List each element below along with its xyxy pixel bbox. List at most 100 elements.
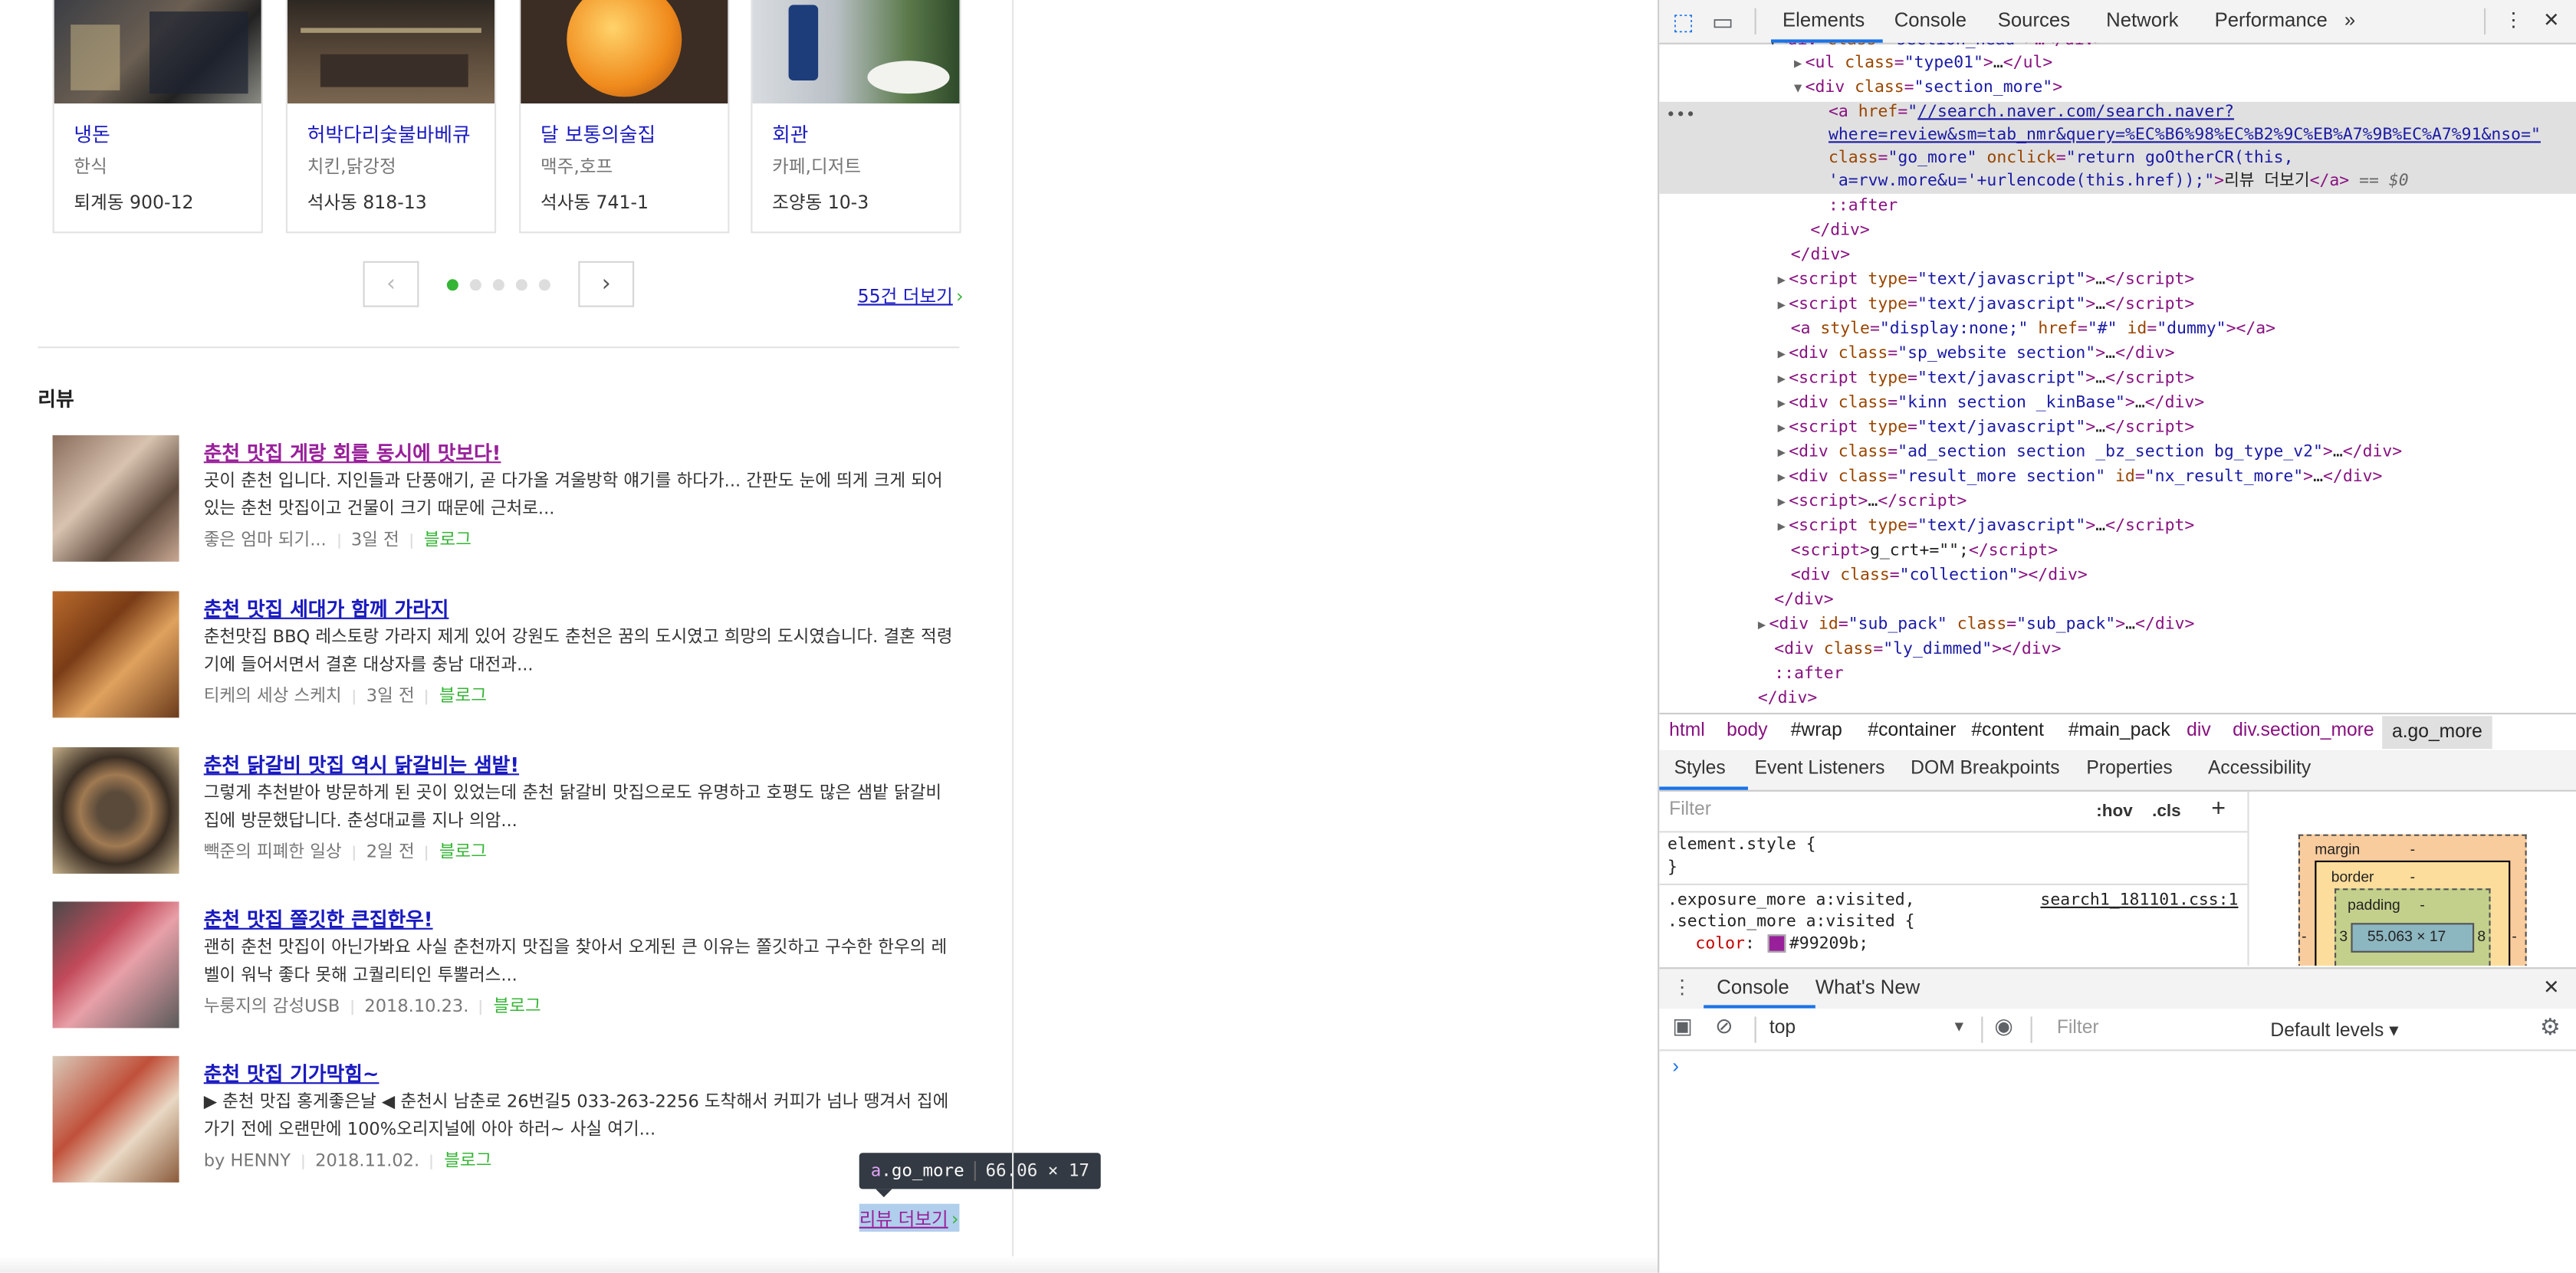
console-filter-input[interactable]: Filter — [2057, 1019, 2099, 1038]
inspect-element-icon[interactable]: ⬚ — [1672, 8, 1694, 36]
tab-dom-breakpoints[interactable]: DOM Breakpoints — [1911, 759, 2059, 779]
dom-line[interactable]: ▶ <div id="sub_pack" class="sub_pack">…</… — [1758, 614, 2195, 637]
review-title-link[interactable]: 춘천 맛집 게랑 회를 동시에 맛보다! — [204, 438, 501, 466]
dom-line[interactable]: ▶ <script type="text/javascript">…</scrip… — [1778, 368, 2195, 391]
place-card[interactable]: 달 보통의술집 맥주,호프 석사동 741-1 — [519, 0, 730, 234]
dom-line-selected[interactable]: class="go_more" onclick="return goOtherC… — [1829, 148, 2293, 171]
console-prompt[interactable]: › — [1672, 1055, 1679, 1078]
margin-value[interactable]: - — [2410, 841, 2415, 857]
review-title-link[interactable]: 춘천 맛집 기가막힘~ — [204, 1059, 380, 1087]
review-author[interactable]: by HENNY — [204, 1151, 291, 1171]
node-menu-icon[interactable]: ••• — [1666, 107, 1696, 125]
page-dot[interactable] — [492, 279, 504, 291]
dom-line-selected[interactable]: <a href="//search.naver.com/search.naver… — [1829, 102, 2234, 125]
tab-sources[interactable]: Sources — [1998, 8, 2070, 31]
add-rule-icon[interactable]: + — [2211, 795, 2226, 822]
dom-line[interactable]: <script>g_crt+="";</script> — [1791, 540, 2058, 563]
dom-line-selected[interactable]: 'a=rvw.more&u='+urlencode(this.href));">… — [1829, 171, 2409, 194]
kebab-menu-icon[interactable]: ⋮ — [2504, 8, 2524, 31]
styles-filter-input[interactable]: Filter — [1669, 800, 1711, 820]
padding-left-value[interactable]: 3 — [2339, 928, 2348, 944]
tab-elements[interactable]: Elements — [1783, 8, 1865, 31]
page-dot[interactable] — [515, 279, 527, 291]
dom-line[interactable]: ▶ <script type="text/javascript">…</scrip… — [1778, 417, 2195, 440]
tab-styles[interactable]: Styles — [1674, 759, 1726, 779]
dom-line[interactable]: ▶ <div class="ad_section section _bz_sect… — [1778, 441, 2403, 464]
review-photo[interactable] — [52, 746, 179, 874]
tab-event-listeners[interactable]: Event Listeners — [1755, 759, 1885, 779]
review-title-link[interactable]: 춘천 맛집 세대가 함께 가라지 — [204, 595, 449, 622]
dom-line[interactable]: ▼<div class="section_head">…</div> — [1768, 43, 2104, 53]
dom-line[interactable]: ▶ <div class="kinn section _kinBase">…</d… — [1778, 392, 2205, 415]
dom-line[interactable]: ▶ <script type="text/javascript">…</scrip… — [1778, 294, 2195, 317]
place-card[interactable]: 허박다리숯불바베큐 치킨,닭강정 석사동 818-13 — [285, 0, 497, 234]
place-name[interactable]: 냉돈 — [74, 120, 110, 147]
padding-value[interactable]: - — [2420, 897, 2424, 913]
sidebar-toggle-icon[interactable]: ▣ — [1672, 1013, 1692, 1039]
rule-selector[interactable]: .exposure_more a:visited, — [1668, 892, 1915, 910]
dom-line[interactable]: </div> — [1758, 688, 1817, 711]
element-style-rule[interactable]: element.style { — [1668, 836, 1816, 855]
drawer-menu-icon[interactable]: ⋮ — [1672, 976, 1692, 999]
review-photo[interactable] — [52, 1055, 179, 1183]
place-name[interactable]: 허박다리숯불바베큐 — [307, 120, 471, 147]
tab-accessibility[interactable]: Accessibility — [2208, 759, 2311, 779]
eye-icon[interactable]: ◉ — [1994, 1013, 2013, 1039]
context-select[interactable]: top — [1769, 1019, 1796, 1038]
cls-toggle[interactable]: .cls — [2152, 802, 2181, 822]
review-photo[interactable] — [52, 591, 179, 718]
property-value[interactable]: #99209b; — [1789, 935, 1868, 953]
tab-whats-new[interactable]: What's New — [1815, 976, 1920, 999]
dom-line[interactable]: ▶ <div class="sp_website section">…</div> — [1778, 343, 2175, 366]
place-name[interactable]: 회관 — [772, 120, 808, 147]
breadcrumb-item[interactable]: html — [1669, 721, 1705, 741]
breadcrumb-item[interactable]: #main_pack — [2068, 721, 2170, 741]
dom-line[interactable]: <a style="display:none;" href="#" id="du… — [1791, 319, 2275, 342]
device-toolbar-icon[interactable]: ▭ — [1712, 8, 1733, 36]
page-dot-active[interactable] — [446, 279, 458, 291]
places-more-link[interactable]: 55건 더보기 › — [858, 283, 964, 309]
review-author[interactable]: 좋은 엄마 되기... — [204, 530, 327, 550]
rule-declaration[interactable]: color: #99209b; — [1695, 934, 1868, 953]
clear-console-icon[interactable]: ⊘ — [1715, 1013, 1733, 1039]
margin-right-value[interactable]: - — [2512, 928, 2516, 944]
source-label[interactable]: search1_181101.css:1 — [2040, 892, 2238, 910]
breadcrumb-item[interactable]: div — [2187, 721, 2211, 741]
content-size[interactable]: 55.063 × 17 — [2367, 928, 2446, 944]
breadcrumb-item[interactable]: div.section_more — [2233, 721, 2374, 741]
margin-left-value[interactable]: - — [2302, 928, 2306, 944]
dom-line[interactable]: ▶ <script type="text/javascript">…</scrip… — [1778, 516, 2195, 539]
padding-right-value[interactable]: 8 — [2477, 928, 2486, 944]
page-dot[interactable] — [538, 279, 550, 291]
dom-line[interactable]: </div> — [1810, 220, 1869, 243]
tab-network[interactable]: Network — [2106, 8, 2178, 31]
hov-toggle[interactable]: :hov — [2096, 802, 2133, 822]
dom-line[interactable]: ▼ <div class="section_more"> — [1794, 77, 2062, 100]
border-value[interactable]: - — [2410, 869, 2415, 885]
tab-drawer-console[interactable]: Console — [1717, 976, 1789, 999]
review-author[interactable]: 티케의 세상 스케치 — [204, 687, 342, 707]
dom-line[interactable]: ▶ <script>…</script> — [1778, 491, 1967, 514]
place-name[interactable]: 달 보통의술집 — [540, 120, 656, 147]
review-more-link[interactable]: 리뷰 더보기 › — [859, 1206, 959, 1232]
breadcrumb-item[interactable]: #wrap — [1791, 721, 1842, 741]
dom-line[interactable]: </div> — [1774, 589, 1833, 612]
color-swatch[interactable] — [1768, 934, 1786, 953]
chevron-down-icon[interactable]: ▼ — [1952, 1019, 1967, 1035]
next-page-button[interactable]: › — [578, 261, 635, 307]
review-author[interactable]: 누룽지의 감성USB — [204, 997, 340, 1017]
place-card[interactable]: 냉돈 한식 퇴계동 900-12 — [52, 0, 263, 234]
tab-properties[interactable]: Properties — [2086, 759, 2172, 779]
review-photo[interactable] — [52, 435, 179, 562]
rule-selector[interactable]: .section_more a:visited { — [1668, 913, 1915, 931]
dom-tree[interactable]: ••• ▼<div class="section_head">…</div> ▶… — [1659, 43, 2576, 713]
dom-line[interactable]: ::after — [1829, 195, 1898, 218]
log-levels-select[interactable]: Default levels ▾ — [2270, 1019, 2398, 1042]
dom-line[interactable]: ▶ <script type="text/javascript">…</scrip… — [1778, 269, 2195, 292]
tab-console[interactable]: Console — [1894, 8, 1967, 31]
close-icon[interactable]: ✕ — [2543, 976, 2560, 999]
property-name[interactable]: color — [1695, 935, 1745, 953]
more-tabs-icon[interactable]: » — [2344, 8, 2355, 31]
page-dot[interactable] — [469, 279, 481, 291]
gear-icon[interactable]: ⚙ — [2540, 1013, 2561, 1041]
